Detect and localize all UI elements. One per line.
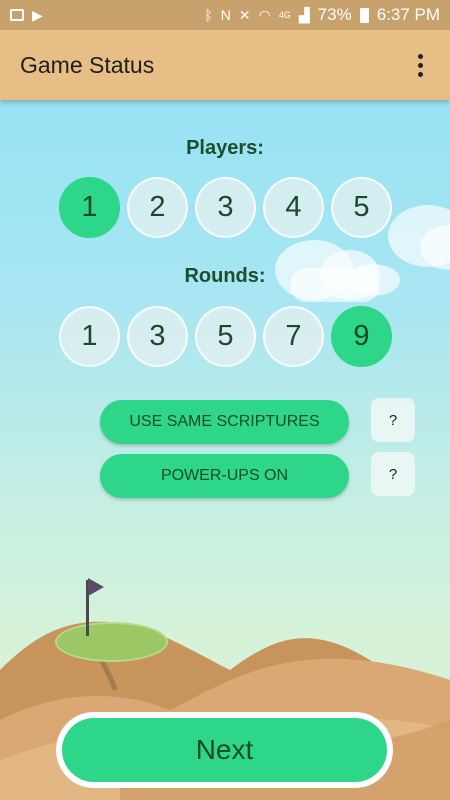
app-bar: Game Status <box>0 30 450 100</box>
battery-icon <box>359 7 369 23</box>
players-selector: 1 2 3 4 5 <box>59 177 392 238</box>
rounds-option-7[interactable]: 7 <box>263 306 324 367</box>
network-type-label: 4G <box>278 10 291 20</box>
overflow-menu-icon[interactable] <box>410 50 430 80</box>
use-same-scriptures-button[interactable]: USE SAME SCRIPTURES <box>100 400 349 444</box>
power-ups-button[interactable]: POWER-UPS ON <box>100 454 349 498</box>
rounds-option-9[interactable]: 9 <box>331 306 392 367</box>
bluetooth-icon: ᛒ <box>204 7 213 23</box>
players-option-5[interactable]: 5 <box>331 177 392 238</box>
play-store-notification-icon: ▶ <box>32 6 43 23</box>
next-button-frame: Next <box>56 712 393 788</box>
rounds-label: Rounds: <box>184 265 266 287</box>
gallery-notification-icon <box>10 9 24 21</box>
rounds-option-3[interactable]: 3 <box>127 306 188 367</box>
putting-green <box>55 622 168 662</box>
players-label: Players: <box>186 137 264 159</box>
flag-icon <box>88 578 104 596</box>
players-option-3[interactable]: 3 <box>195 177 256 238</box>
clock-time: 6:37 PM <box>376 5 440 24</box>
power-ups-help-button[interactable]: ? <box>371 452 415 496</box>
nfc-icon: N <box>220 7 231 23</box>
players-option-1[interactable]: 1 <box>59 177 120 238</box>
rounds-option-5[interactable]: 5 <box>195 306 256 367</box>
status-bar: ▶ ᛒ N ✕ ◠ 4G ▟ 73% 6:37 PM <box>0 0 450 30</box>
page-title: Game Status <box>20 51 155 78</box>
battery-percent: 73% <box>317 5 352 24</box>
mute-icon: ✕ <box>238 6 251 23</box>
rounds-selector: 1 3 5 7 9 <box>59 306 392 367</box>
next-button[interactable]: Next <box>62 718 387 782</box>
rounds-option-1[interactable]: 1 <box>59 306 120 367</box>
status-bar-left: ▶ <box>10 7 43 24</box>
signal-icon: ▟ <box>298 6 310 23</box>
status-bar-right: ᛒ N ✕ ◠ 4G ▟ 73% 6:37 PM <box>204 5 440 25</box>
players-option-4[interactable]: 4 <box>263 177 324 238</box>
wifi-icon: ◠ <box>258 6 271 23</box>
players-option-2[interactable]: 2 <box>127 177 188 238</box>
same-scriptures-help-button[interactable]: ? <box>371 398 415 442</box>
